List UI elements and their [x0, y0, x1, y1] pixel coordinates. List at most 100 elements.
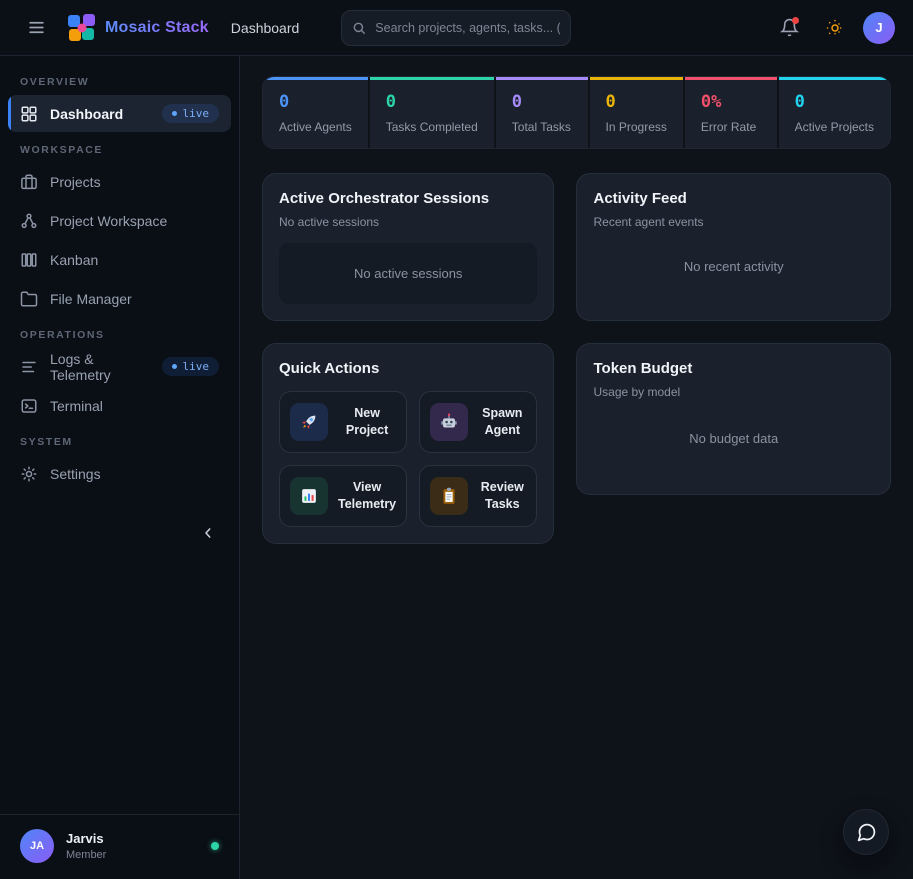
sidebar-item-dashboard[interactable]: Dashboard live — [8, 95, 231, 132]
search-icon — [352, 21, 366, 35]
chat-bubble-icon — [856, 822, 877, 843]
terminal-icon — [20, 397, 38, 415]
stat-value: 0 — [795, 92, 874, 112]
sidebar-item-logs-telemetry[interactable]: Logs & Telemetry live — [8, 348, 231, 385]
card-subtitle: No active sessions — [279, 215, 537, 229]
stat-label: Tasks Completed — [386, 120, 478, 134]
bar-chart-icon — [298, 485, 320, 507]
top-header: Mosaic Stack Dashboard J — [0, 0, 913, 56]
live-badge: live — [162, 104, 220, 123]
main-content: 0 Active Agents 0 Tasks Completed 0 Tota… — [240, 56, 913, 879]
mosaic-logo-icon — [68, 14, 95, 41]
stat-accent-bar — [496, 77, 588, 80]
card-subtitle: Usage by model — [593, 385, 874, 399]
stat-value: 0% — [701, 92, 761, 112]
sidebar-user-footer[interactable]: JA Jarvis Member — [0, 814, 239, 879]
quick-action-label: New Project — [338, 405, 396, 439]
section-label-workspace: Workspace — [0, 144, 239, 156]
section-label-system: System — [0, 436, 239, 448]
sun-icon — [826, 19, 844, 37]
grid-icon — [20, 105, 38, 123]
stat-card-active-agents: 0 Active Agents — [263, 77, 368, 148]
nodes-icon — [20, 212, 38, 230]
user-role: Member — [66, 849, 106, 861]
activity-feed-card: Activity Feed Recent agent events No rec… — [576, 173, 891, 321]
stat-label: Error Rate — [701, 120, 761, 134]
robot-icon — [438, 411, 460, 433]
app-title: Mosaic Stack — [105, 19, 209, 37]
sidebar-item-label: Terminal — [50, 398, 103, 414]
live-dot-icon — [172, 111, 177, 116]
app-logo[interactable]: Mosaic Stack — [68, 14, 209, 41]
sidebar-item-file-manager[interactable]: File Manager — [8, 280, 231, 317]
review-tasks-button[interactable]: Review Tasks — [419, 465, 537, 527]
active-sessions-card: Active Orchestrator Sessions No active s… — [262, 173, 554, 321]
activity-empty-state: No recent activity — [593, 229, 874, 304]
sidebar-item-label: Kanban — [50, 252, 98, 268]
sidebar-item-label: Project Workspace — [50, 213, 167, 229]
stat-label: Active Projects — [795, 120, 874, 134]
token-budget-card: Token Budget Usage by model No budget da… — [576, 343, 891, 495]
sessions-empty-state: No active sessions — [279, 243, 537, 304]
card-title: Quick Actions — [279, 360, 537, 377]
budget-empty-state: No budget data — [593, 399, 874, 478]
stat-value: 0 — [279, 92, 352, 112]
hamburger-icon — [27, 18, 46, 37]
folder-icon — [20, 290, 38, 308]
sidebar-item-label: Projects — [50, 174, 101, 190]
stat-label: Active Agents — [279, 120, 352, 134]
view-telemetry-button[interactable]: View Telemetry — [279, 465, 407, 527]
sidebar: Overview Dashboard live Workspace Projec… — [0, 56, 240, 879]
live-badge: live — [162, 357, 220, 376]
chevron-left-icon — [200, 525, 216, 541]
chat-fab-button[interactable] — [843, 809, 889, 855]
gear-icon — [20, 465, 38, 483]
card-title: Active Orchestrator Sessions — [279, 190, 537, 207]
hamburger-menu-button[interactable] — [18, 10, 54, 46]
card-title: Activity Feed — [593, 190, 874, 207]
stat-value: 0 — [606, 92, 667, 112]
quick-action-label: View Telemetry — [338, 479, 396, 513]
stat-accent-bar — [263, 77, 368, 80]
notification-dot — [792, 17, 799, 24]
stat-accent-bar — [779, 77, 890, 80]
sidebar-collapse-button[interactable] — [193, 518, 223, 548]
briefcase-icon — [20, 173, 38, 191]
section-label-overview: Overview — [0, 76, 239, 88]
stat-label: In Progress — [606, 120, 667, 134]
stat-card-in-progress: 0 In Progress — [590, 77, 683, 148]
stat-card-error-rate: 0% Error Rate — [685, 77, 777, 148]
spawn-agent-button[interactable]: Spawn Agent — [419, 391, 537, 453]
log-lines-icon — [20, 358, 38, 376]
stat-accent-bar — [590, 77, 683, 80]
search-input[interactable] — [341, 10, 571, 46]
user-avatar[interactable]: J — [863, 12, 895, 44]
user-avatar-initials: JA — [20, 829, 54, 863]
theme-toggle-button[interactable] — [817, 10, 853, 46]
breadcrumb-page-label: Dashboard — [231, 20, 300, 36]
online-status-dot — [211, 842, 219, 850]
notifications-button[interactable] — [771, 10, 807, 46]
section-label-operations: Operations — [0, 329, 239, 341]
stat-accent-bar — [370, 77, 494, 80]
clipboard-icon — [438, 485, 460, 507]
sidebar-item-terminal[interactable]: Terminal — [8, 387, 231, 424]
sidebar-item-label: Settings — [50, 466, 101, 482]
global-search — [341, 10, 571, 46]
sidebar-item-label: Logs & Telemetry — [50, 351, 150, 383]
kanban-columns-icon — [20, 251, 38, 269]
stat-label: Total Tasks — [512, 120, 572, 134]
stat-card-tasks-completed: 0 Tasks Completed — [370, 77, 494, 148]
sidebar-item-kanban[interactable]: Kanban — [8, 241, 231, 278]
sidebar-item-label: Dashboard — [50, 106, 123, 122]
new-project-button[interactable]: New Project — [279, 391, 407, 453]
stats-row: 0 Active Agents 0 Tasks Completed 0 Tota… — [262, 76, 891, 149]
stat-accent-bar — [685, 77, 777, 80]
sidebar-item-settings[interactable]: Settings — [8, 455, 231, 492]
live-dot-icon — [172, 364, 177, 369]
sidebar-item-project-workspace[interactable]: Project Workspace — [8, 202, 231, 239]
stat-value: 0 — [386, 92, 478, 112]
stat-card-active-projects: 0 Active Projects — [779, 77, 890, 148]
sidebar-item-projects[interactable]: Projects — [8, 163, 231, 200]
quick-action-label: Spawn Agent — [478, 405, 526, 439]
